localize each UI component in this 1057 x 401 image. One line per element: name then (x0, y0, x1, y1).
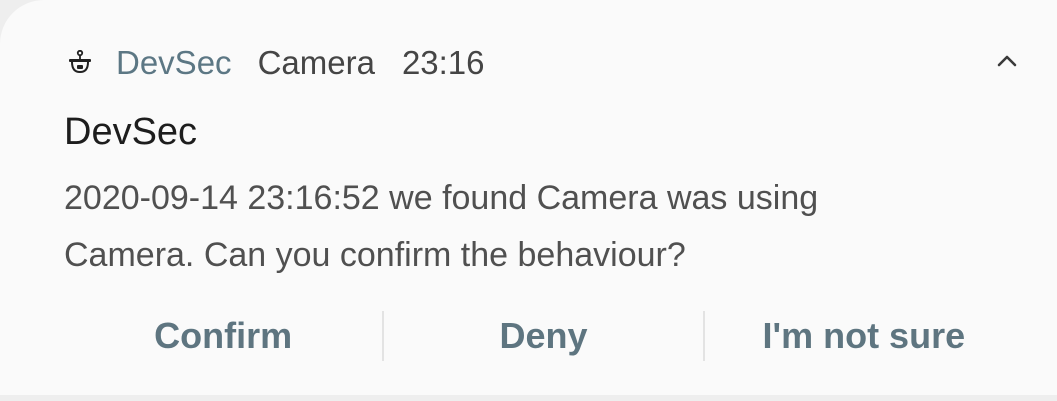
collapse-button[interactable] (990, 48, 1024, 78)
not-sure-button[interactable]: I'm not sure (705, 300, 1023, 372)
notification-body-line: 2020-09-14 23:16:52 we found Camera was … (64, 179, 819, 217)
notification-header: DevSec Camera 23:16 (66, 42, 485, 84)
notification-body: 2020-09-14 23:16:52 we found Camera was … (64, 170, 944, 284)
deny-button[interactable]: Deny (384, 300, 702, 372)
notification-card[interactable]: DevSec Camera 23:16 DevSec 2020-09-14 23… (0, 0, 1057, 395)
notification-time: 23:16 (401, 44, 485, 81)
cctv-camera-icon (66, 48, 96, 78)
confirm-button[interactable]: Confirm (64, 300, 382, 372)
notification-actions: Confirm Deny I'm not sure (64, 300, 1023, 372)
chevron-up-icon (996, 54, 1018, 73)
notification-body-line: Camera. Can you confirm the behaviour? (64, 236, 686, 274)
notification-subtext: Camera (257, 44, 375, 81)
notification-title: DevSec (64, 111, 198, 153)
app-name: DevSec (116, 44, 232, 81)
